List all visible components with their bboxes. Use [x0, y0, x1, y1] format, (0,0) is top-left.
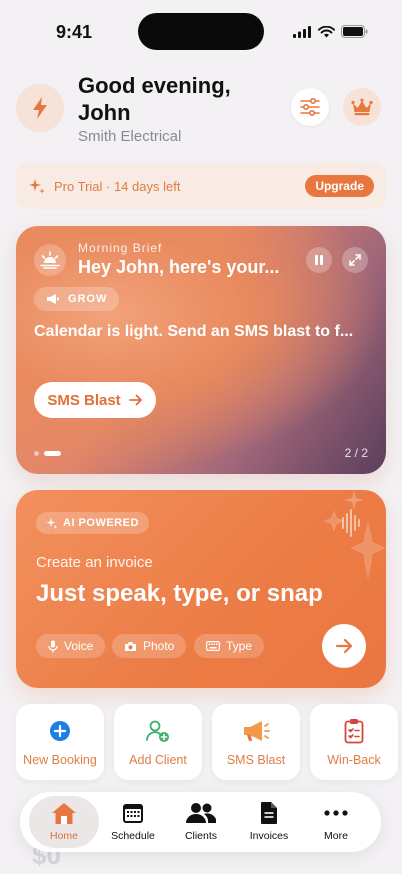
- tab-schedule-label: Schedule: [111, 830, 155, 842]
- voice-chip-label: Voice: [64, 639, 94, 653]
- new-booking-action[interactable]: New Booking: [16, 704, 104, 780]
- brief-title: Hey John, here's your...: [78, 257, 280, 277]
- users-icon: [186, 803, 216, 823]
- tab-schedule[interactable]: Schedule: [98, 796, 168, 848]
- tab-more[interactable]: More: [301, 796, 371, 848]
- quick-actions: New Booking Add Client SMS Blast Win-Bac…: [16, 704, 402, 780]
- sparkle-decoration-icon: [323, 490, 386, 580]
- sparkle-icon: [29, 179, 45, 194]
- crown-icon: [351, 98, 373, 116]
- add-client-label: Add Client: [129, 753, 187, 767]
- add-client-action[interactable]: Add Client: [114, 704, 202, 780]
- arrow-right-icon: [128, 394, 142, 406]
- carousel-dot-active[interactable]: [44, 451, 61, 456]
- calendar-icon: [123, 804, 143, 823]
- arrow-right-icon: [335, 638, 353, 654]
- battery-icon: [341, 25, 368, 38]
- ai-subtitle: Create an invoice: [36, 554, 153, 571]
- ai-invoice-card[interactable]: AI POWERED Create an invoice Just speak,…: [16, 490, 386, 688]
- upgrade-button[interactable]: Upgrade: [305, 175, 374, 197]
- trial-banner[interactable]: Pro Trial · 14 days left Upgrade: [16, 163, 386, 209]
- brief-message: Calendar is light. Send an SMS blast to …: [34, 323, 354, 340]
- sliders-icon: [300, 98, 320, 116]
- tab-more-label: More: [324, 830, 348, 842]
- premium-crown-button[interactable]: [343, 88, 381, 126]
- photo-chip[interactable]: Photo: [112, 634, 187, 658]
- carousel-pager: 2 / 2: [344, 446, 368, 460]
- tab-clients-label: Clients: [184, 830, 218, 842]
- home-icon: [52, 803, 76, 824]
- start-invoice-button[interactable]: [322, 624, 366, 668]
- keyboard-icon: [206, 641, 220, 651]
- sms-blast-button[interactable]: SMS Blast: [34, 382, 156, 418]
- ai-powered-badge: AI POWERED: [36, 512, 149, 534]
- voice-chip[interactable]: Voice: [36, 634, 106, 658]
- tab-invoices[interactable]: Invoices: [234, 796, 304, 848]
- win-back-label: Win-Back: [327, 753, 381, 767]
- megaphone-icon: [244, 721, 270, 741]
- morning-brief-card[interactable]: Morning Brief Hey John, here's your... G…: [16, 226, 386, 474]
- company-name: Smith Electrical: [78, 128, 182, 145]
- sunrise-icon: [34, 244, 66, 276]
- photo-chip-label: Photo: [143, 639, 175, 653]
- cellular-signal-icon: [293, 25, 311, 38]
- win-back-action[interactable]: Win-Back: [310, 704, 398, 780]
- sms-blast-action-label: SMS Blast: [226, 753, 286, 767]
- camera-icon: [125, 641, 136, 651]
- wifi-icon: [318, 25, 335, 37]
- sparkle-icon: [46, 518, 58, 529]
- lightning-bolt-icon: [33, 97, 47, 119]
- document-icon: [261, 802, 277, 824]
- header: Good evening, John Smith Electrical: [16, 70, 386, 150]
- sms-blast-label: SMS Blast: [47, 391, 121, 409]
- tab-invoices-label: Invoices: [249, 830, 289, 842]
- status-icons: [293, 25, 368, 38]
- tab-clients[interactable]: Clients: [166, 796, 236, 848]
- plus-circle-icon: [50, 721, 70, 741]
- expand-button[interactable]: [342, 247, 368, 273]
- tab-home-label: Home: [49, 830, 78, 842]
- pause-icon: [315, 255, 323, 265]
- microphone-icon: [48, 640, 58, 652]
- ai-badge-label: AI POWERED: [63, 517, 139, 529]
- add-user-icon: [146, 720, 169, 742]
- type-chip-label: Type: [226, 639, 253, 653]
- settings-button[interactable]: [291, 88, 329, 126]
- more-icon: [324, 810, 348, 816]
- megaphone-icon: [47, 294, 59, 304]
- grow-tag-label: GROW: [68, 293, 108, 305]
- clipboard-icon: [344, 719, 364, 744]
- expand-icon: [349, 254, 361, 266]
- greeting-title: Good evening, John: [78, 73, 231, 125]
- brief-label: Morning Brief: [78, 241, 163, 255]
- tab-home[interactable]: Home: [29, 796, 99, 848]
- sms-blast-action[interactable]: SMS Blast: [212, 704, 300, 780]
- carousel-dot[interactable]: [34, 451, 39, 456]
- trial-status-text: Pro Trial · 14 days left: [54, 179, 181, 194]
- app-logo: [16, 84, 64, 132]
- pause-button[interactable]: [306, 247, 332, 273]
- ai-title: Just speak, type, or snap: [36, 580, 323, 607]
- new-booking-label: New Booking: [23, 753, 97, 767]
- grow-tag: GROW: [34, 287, 120, 311]
- tab-bar: Home Schedule Clients Invoices More: [20, 792, 381, 852]
- clock: 9:41: [56, 22, 93, 42]
- type-chip[interactable]: Type: [194, 634, 265, 658]
- status-bar: 9:41: [0, 0, 402, 60]
- dynamic-island: [138, 13, 264, 50]
